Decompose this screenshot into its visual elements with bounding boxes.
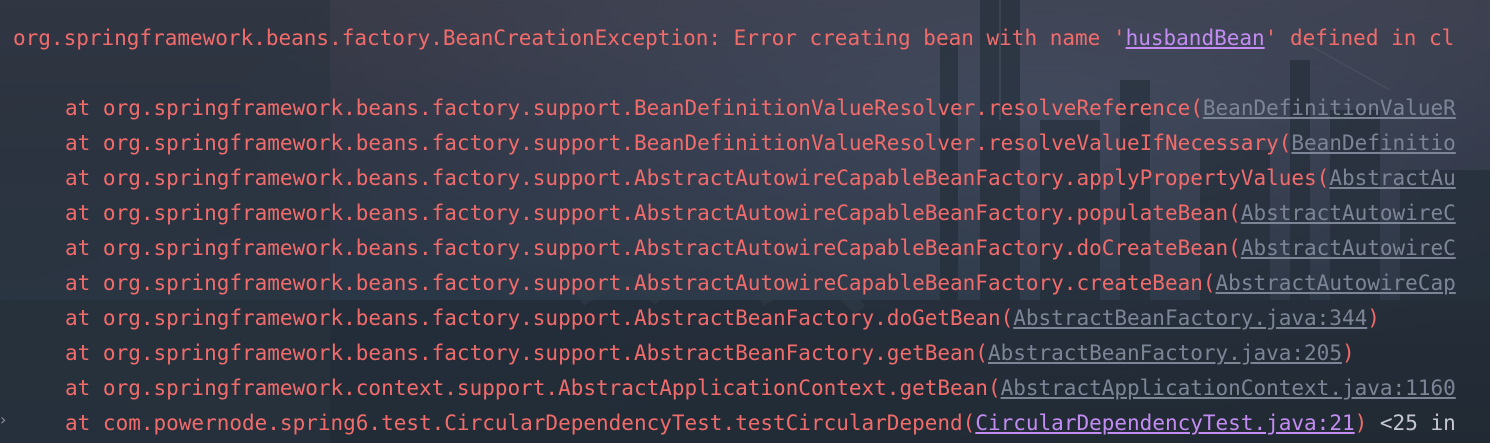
stack-frame: at org.springframework.context.support.A… [65,373,1456,403]
source-link[interactable]: BeanDefinitionValueR [1203,96,1456,120]
source-link[interactable]: BeanDefinitio [1291,131,1455,155]
source-link[interactable]: AbstractAu [1329,166,1455,190]
stack-frame-text: at org.springframework.beans.factory.sup… [65,306,1014,330]
stack-frame-close: ) [1367,306,1380,330]
stack-frame-text: at org.springframework.beans.factory.sup… [65,341,988,365]
stack-frame: at org.springframework.beans.factory.sup… [65,128,1456,158]
stack-frame: at org.springframework.beans.factory.sup… [65,338,1355,368]
run-console-output: org.springframework.beans.factory.BeanCr… [0,0,1490,443]
stack-frame: at org.springframework.beans.factory.sup… [65,303,1380,333]
stack-frame: at org.springframework.beans.factory.sup… [65,233,1456,263]
stack-frame-text: at org.springframework.beans.factory.sup… [65,166,1330,190]
stack-frame-close: ) [1341,341,1355,365]
stack-frame-text: at org.springframework.beans.factory.sup… [65,236,1241,260]
exception-header-line: org.springframework.beans.factory.BeanCr… [13,23,1454,53]
source-link[interactable]: AbstractAutowireCap [1216,271,1456,295]
stack-frame-text: at com.powernode.spring6.test.CircularDe… [65,411,976,435]
stack-frame-text: at org.springframework.beans.factory.sup… [65,271,1216,295]
exception-header-suffix: ' defined in cl [1264,26,1455,50]
bean-name-link[interactable]: husbandBean [1126,26,1265,50]
stack-frame: at org.springframework.beans.factory.sup… [65,163,1456,193]
stack-frame-text: at org.springframework.beans.factory.sup… [65,201,1241,225]
source-link[interactable]: CircularDependencyTest.java:21 [975,411,1354,435]
stack-frame-text: at org.springframework.beans.factory.sup… [65,131,1292,155]
stack-frame: at org.springframework.beans.factory.sup… [65,268,1456,298]
stack-frame-text: at org.springframework.context.support.A… [65,376,1001,400]
exception-header-prefix: org.springframework.beans.factory.BeanCr… [13,26,1126,50]
stack-frame: at org.springframework.beans.factory.sup… [65,198,1456,228]
stack-frame-text: at org.springframework.beans.factory.sup… [65,96,1203,120]
source-link[interactable]: AbstractApplicationContext.java:1160 [1001,376,1456,400]
stack-frame-close: ) [1354,411,1368,435]
source-link[interactable]: AbstractBeanFactory.java:344 [1013,306,1367,330]
expand-chevron-icon[interactable]: › [0,410,6,429]
stack-frame: at com.powernode.spring6.test.CircularDe… [65,408,1456,438]
internal-frames-hint[interactable]: <25 in [1367,411,1456,435]
stack-frame: at org.springframework.beans.factory.sup… [65,93,1456,123]
source-link[interactable]: AbstractAutowireC [1241,201,1456,225]
source-link[interactable]: AbstractAutowireC [1241,236,1456,260]
source-link[interactable]: AbstractBeanFactory.java:205 [988,341,1342,365]
